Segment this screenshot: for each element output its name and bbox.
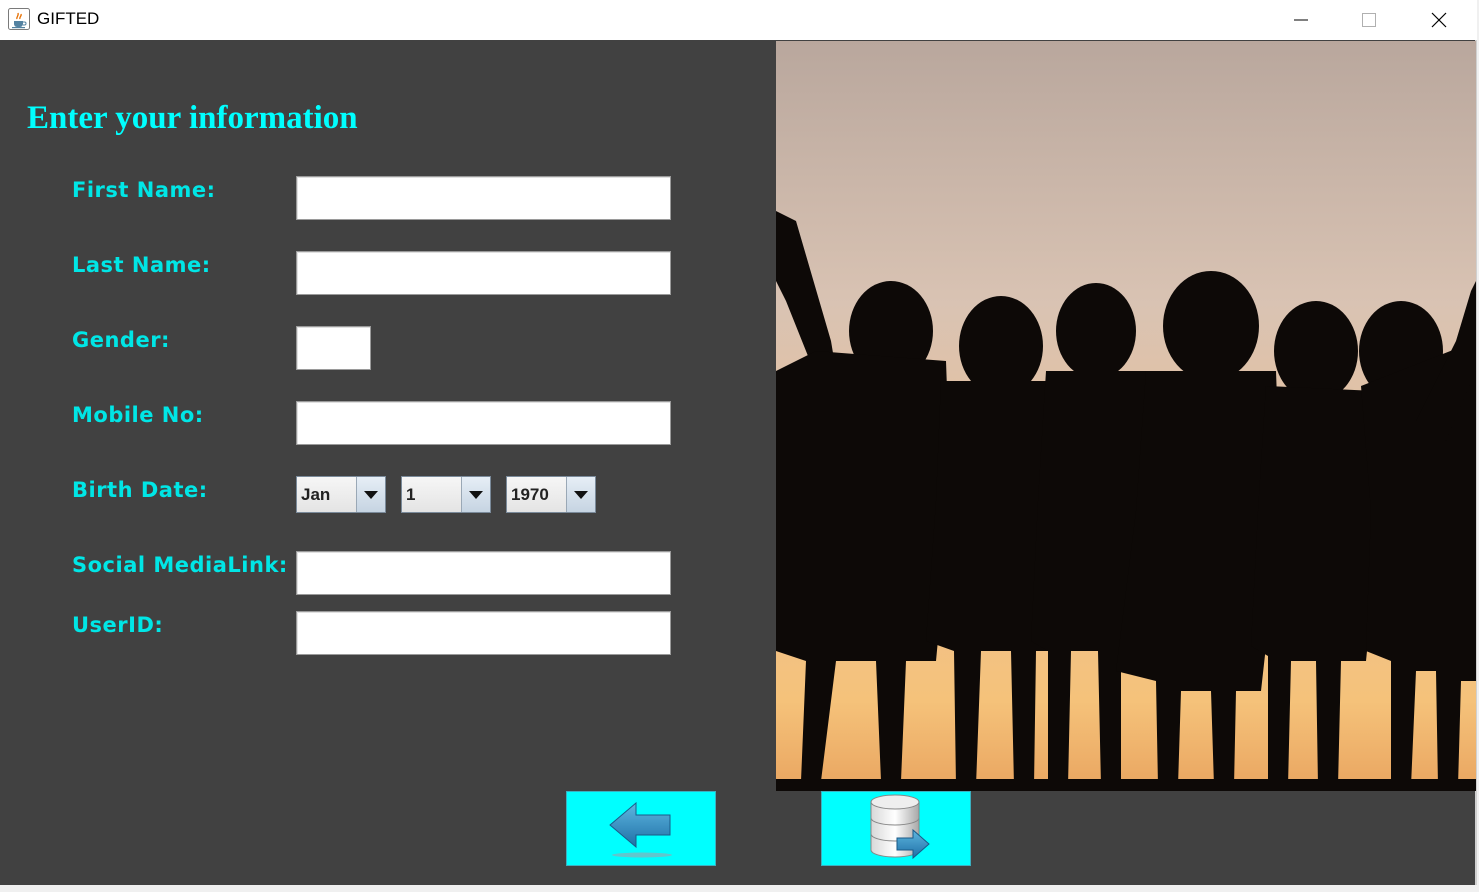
chevron-down-icon[interactable]	[357, 477, 385, 512]
mobile-label: Mobile No:	[72, 403, 204, 427]
chevron-down-icon[interactable]	[567, 477, 595, 512]
close-icon	[1431, 12, 1447, 28]
window-bottom-edge	[0, 885, 1479, 892]
last-name-input[interactable]	[296, 251, 671, 295]
birth-year-value: 1970	[507, 477, 567, 512]
database-export-icon	[861, 794, 931, 864]
birth-month-select[interactable]: Jan	[296, 476, 386, 513]
silhouette-photo	[776, 41, 1476, 791]
minimize-icon	[1294, 19, 1308, 21]
minimize-button[interactable]	[1266, 0, 1336, 40]
mobile-input[interactable]	[296, 401, 671, 445]
back-button[interactable]	[566, 791, 716, 866]
user-id-input[interactable]	[296, 611, 671, 655]
first-name-label: First Name:	[72, 178, 216, 202]
social-media-label: Social MediaLink:	[72, 553, 288, 577]
birth-day-select[interactable]: 1	[401, 476, 491, 513]
social-media-input[interactable]	[296, 551, 671, 595]
app-window: GIFTED Enter your information First Name…	[0, 0, 1477, 885]
maximize-button[interactable]	[1334, 0, 1404, 40]
java-cup-icon	[8, 8, 30, 30]
save-to-database-button[interactable]	[821, 791, 971, 866]
form-heading: Enter your information	[27, 100, 358, 136]
window-title: GIFTED	[37, 9, 100, 28]
title-bar: GIFTED	[0, 0, 1477, 40]
chevron-down-icon[interactable]	[462, 477, 490, 512]
maximize-icon	[1362, 13, 1376, 27]
birth-day-value: 1	[402, 477, 462, 512]
left-arrow-icon	[606, 795, 676, 863]
user-id-label: UserID:	[72, 613, 164, 637]
last-name-label: Last Name:	[72, 253, 211, 277]
first-name-input[interactable]	[296, 176, 671, 220]
birth-date-label: Birth Date:	[72, 478, 208, 502]
gender-label: Gender:	[72, 328, 170, 352]
birth-year-select[interactable]: 1970	[506, 476, 596, 513]
gender-input[interactable]	[296, 326, 371, 370]
birth-month-value: Jan	[297, 477, 357, 512]
close-button[interactable]	[1404, 0, 1474, 40]
